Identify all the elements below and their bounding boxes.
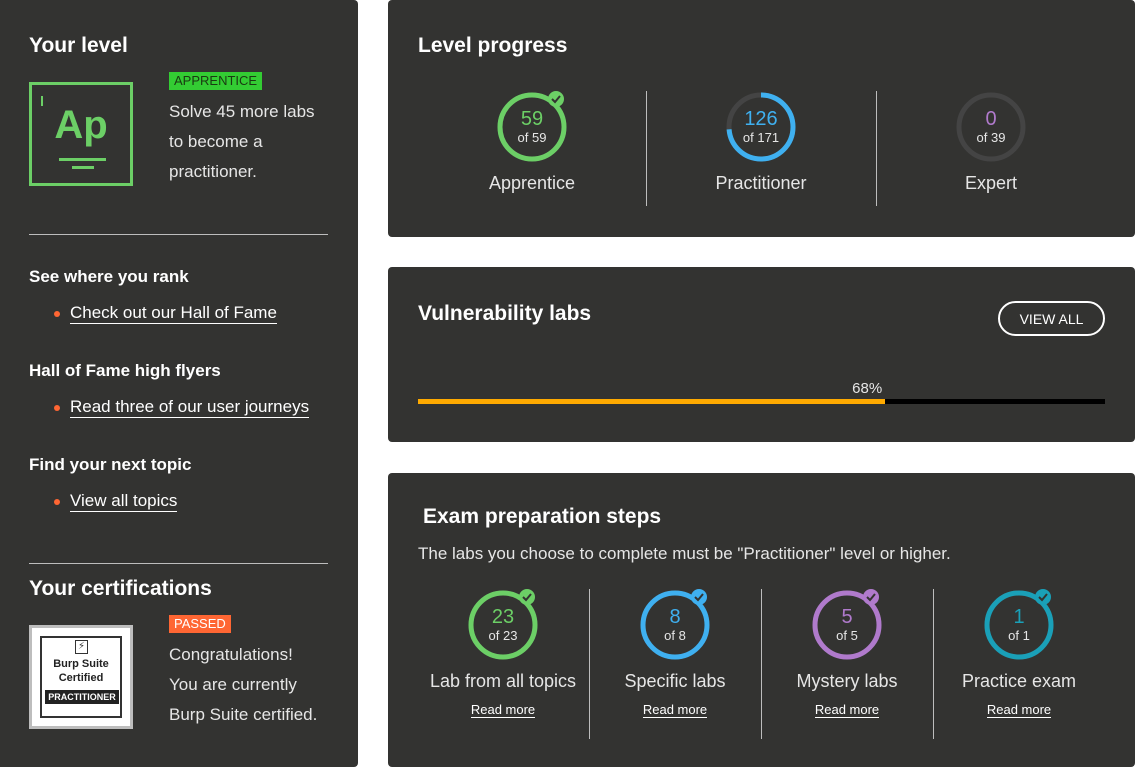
progress-ring: 0 of 39	[956, 92, 1026, 162]
apprentice-level-icon: Ap	[29, 82, 133, 186]
svg-text:8: 8	[669, 606, 680, 628]
exam-step-label: Mystery labs	[796, 671, 898, 691]
exam-step: 1 of 1 Practice exam Read more	[934, 587, 1104, 719]
progress-ring: 1 of 1	[984, 589, 1054, 660]
read-more-link[interactable]: Read more	[814, 702, 880, 718]
read-more-link[interactable]: Read more	[642, 702, 708, 718]
divider	[646, 91, 647, 206]
user-journeys-link[interactable]: Read three of our user journeys	[70, 397, 310, 418]
level-label: Practitioner	[715, 173, 807, 193]
progress-ring: 23 of 23	[468, 589, 538, 660]
read-more-link[interactable]: Read more	[470, 702, 536, 718]
bullet-icon	[54, 310, 60, 317]
exam-step-label: Practice exam	[961, 671, 1077, 691]
certification-description: Congratulations! You are currently Burp …	[169, 645, 318, 724]
check-icon	[691, 589, 707, 605]
level-progress-heading: Level progress	[418, 34, 568, 57]
bullet-icon	[54, 498, 60, 505]
progress-ring: 8 of 8	[640, 589, 710, 660]
exam-step-label: Lab from all topics	[429, 671, 577, 691]
bullet-icon	[54, 404, 60, 411]
level-practitioner: 126 of 171 Practitioner	[681, 89, 841, 194]
svg-text:0: 0	[985, 108, 996, 130]
level-icon-text: Ap	[54, 103, 108, 147]
check-icon	[863, 589, 879, 605]
divider	[761, 589, 762, 739]
svg-text:126: 126	[744, 108, 777, 130]
progress-bar	[418, 399, 1105, 404]
progress-ring: 126 of 171	[726, 92, 796, 162]
svg-text:of 171: of 171	[743, 130, 779, 145]
user-journeys-item: Read three of our user journeys	[54, 397, 310, 418]
read-more-link[interactable]: Read more	[986, 702, 1052, 718]
view-all-topics-link[interactable]: View all topics	[70, 491, 178, 512]
divider	[933, 589, 934, 739]
progress-ring: 5 of 5	[812, 589, 882, 660]
vulnerability-labs-heading: Vulnerability labs	[418, 302, 592, 325]
exam-heading: Exam preparation steps	[423, 505, 662, 528]
progress-percent: 68%	[852, 380, 883, 397]
exam-step-label: Specific labs	[624, 671, 726, 691]
view-topics-item: View all topics	[54, 491, 178, 512]
svg-text:of 8: of 8	[664, 628, 686, 643]
burp-certified-logo: ⚡ Burp Suite Certified PRACTITIONER	[29, 625, 133, 729]
sidebar-panel: Your level Ap APPRENTICE Solve 45 more l…	[0, 0, 358, 767]
your-level-heading: Your level	[29, 34, 128, 57]
svg-text:of 5: of 5	[836, 628, 858, 643]
progress-bar-fill	[418, 399, 886, 404]
svg-text:of 23: of 23	[489, 628, 518, 643]
exam-subtitle: The labs you choose to complete must be …	[418, 544, 951, 563]
exam-step: 5 of 5 Mystery labs Read more	[762, 587, 932, 719]
svg-text:1: 1	[1013, 606, 1024, 628]
next-topic-heading: Find your next topic	[29, 455, 192, 474]
divider	[589, 589, 590, 739]
divider	[876, 91, 877, 206]
vulnerability-labs-panel: Vulnerability labs VIEW ALL 68%	[388, 267, 1135, 442]
svg-text:5: 5	[841, 606, 852, 628]
level-expert: 0 of 39 Expert	[911, 89, 1071, 194]
level-label: Apprentice	[488, 173, 576, 193]
hall-of-fame-link[interactable]: Check out our Hall of Fame	[70, 303, 277, 324]
level-apprentice: 59 of 59 Apprentice	[452, 89, 612, 194]
svg-text:of 39: of 39	[977, 130, 1006, 145]
certifications-heading: Your certifications	[29, 577, 212, 600]
check-icon	[548, 91, 564, 107]
divider	[29, 234, 328, 235]
svg-text:of 59: of 59	[518, 130, 547, 145]
hall-of-fame-item: Check out our Hall of Fame	[54, 303, 277, 324]
progress-ring: 59 of 59	[497, 91, 567, 162]
level-label: Expert	[964, 173, 1018, 193]
exam-step: 8 of 8 Specific labs Read more	[590, 587, 760, 719]
exam-preparation-panel: Exam preparation steps The labs you choo…	[388, 473, 1135, 767]
svg-text:of 1: of 1	[1008, 628, 1030, 643]
view-all-button[interactable]: VIEW ALL	[998, 301, 1105, 336]
passed-badge: PASSED	[169, 615, 231, 633]
divider	[29, 563, 328, 564]
level-progress-panel: Level progress 59 of 59 Apprentice 126 o…	[388, 0, 1135, 237]
high-flyers-heading: Hall of Fame high flyers	[29, 361, 221, 380]
level-description: Solve 45 more labs to become a practitio…	[169, 102, 315, 181]
svg-text:59: 59	[521, 108, 543, 130]
exam-step: 23 of 23 Lab from all topics Read more	[418, 587, 588, 719]
svg-text:23: 23	[492, 606, 514, 628]
rank-heading: See where you rank	[29, 267, 189, 286]
check-icon	[1035, 589, 1051, 605]
check-icon	[519, 589, 535, 605]
apprentice-badge: APPRENTICE	[169, 72, 263, 90]
